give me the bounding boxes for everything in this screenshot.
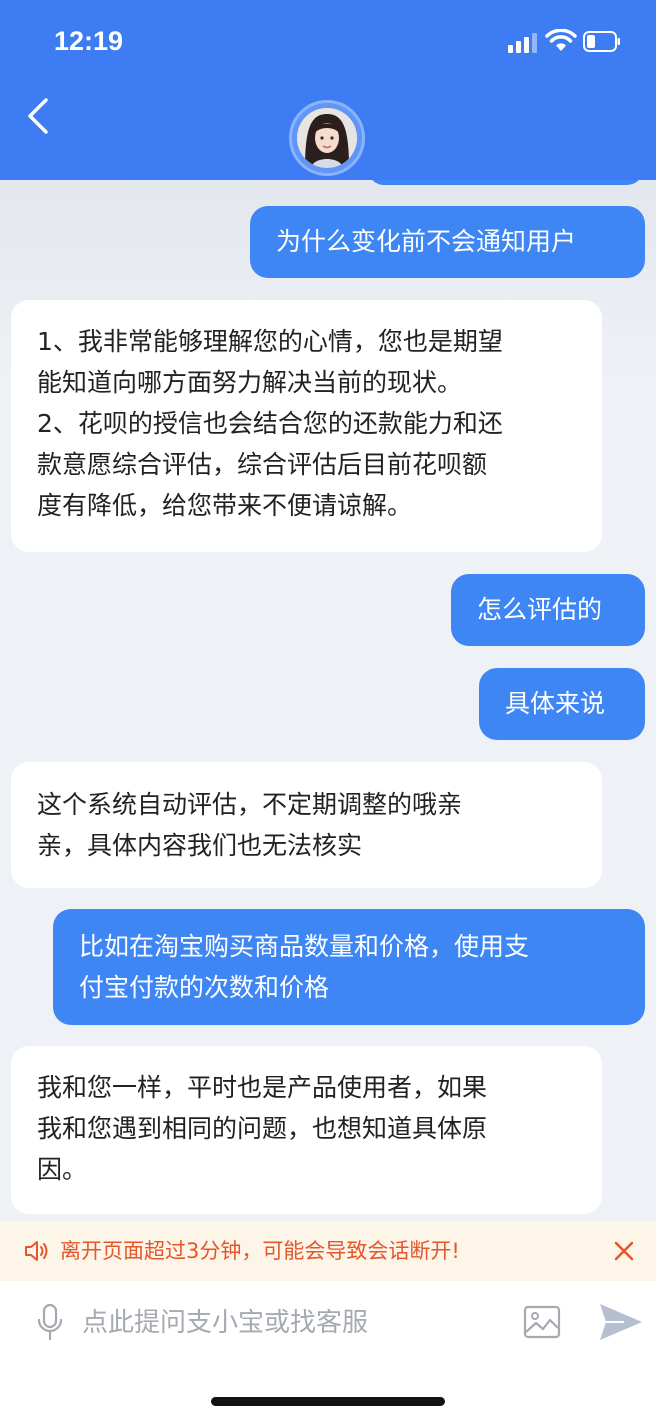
message-line: 比如在淘宝购买商品数量和价格，使用支 bbox=[79, 932, 530, 961]
message-line: 度有降低，给您带来不便请谅解。 bbox=[37, 491, 413, 520]
previous-message-bubble bbox=[368, 180, 643, 185]
agent-message[interactable]: 这个系统自动评估，不定期调整的哦亲 亲，具体内容我们也无法核实 bbox=[11, 762, 602, 888]
message-line: 款意愿综合评估，综合评估后目前花呗额 bbox=[37, 450, 488, 479]
speaker-icon bbox=[25, 1241, 48, 1261]
battery-icon bbox=[583, 31, 620, 52]
message-line: 因。 bbox=[37, 1155, 88, 1184]
home-indicator bbox=[211, 1397, 445, 1406]
agent-message[interactable]: 我和您一样，平时也是产品使用者，如果 我和您遇到相同的问题，也想知道具体原 因。 bbox=[11, 1046, 602, 1214]
avatar-image bbox=[297, 108, 357, 168]
input-bar bbox=[0, 1281, 656, 1419]
warning-text: 离开页面超过3分钟，可能会导致会话断开! bbox=[60, 1239, 460, 1263]
message-line: 付宝付款的次数和价格 bbox=[79, 973, 330, 1002]
status-time: 12:19 bbox=[54, 26, 124, 56]
user-message[interactable]: 怎么评估的 bbox=[451, 574, 645, 646]
user-message[interactable]: 比如在淘宝购买商品数量和价格，使用支 付宝付款的次数和价格 bbox=[53, 909, 645, 1025]
user-message[interactable]: 具体来说 bbox=[479, 668, 645, 740]
send-icon[interactable] bbox=[598, 1301, 644, 1343]
message-line: 1、我非常能够理解您的心情，您也是期望 bbox=[37, 327, 503, 356]
message-list[interactable]: 为什么变化前不会通知用户 1、我非常能够理解您的心情，您也是期望 能知道向哪方面… bbox=[0, 180, 656, 1220]
message-text: 具体来说 bbox=[505, 689, 606, 718]
microphone-icon[interactable] bbox=[36, 1303, 64, 1341]
message-line: 亲，具体内容我们也无法核实 bbox=[37, 831, 363, 860]
back-chevron-icon[interactable] bbox=[22, 96, 58, 136]
wifi-icon bbox=[545, 29, 577, 51]
chat-header: 12:19 bbox=[0, 0, 656, 180]
close-icon[interactable] bbox=[612, 1239, 636, 1263]
agent-message[interactable]: 1、我非常能够理解您的心情，您也是期望 能知道向哪方面努力解决当前的现状。 2、… bbox=[11, 300, 602, 552]
message-input[interactable] bbox=[82, 1301, 502, 1345]
disconnect-warning-banner: 离开页面超过3分钟，可能会导致会话断开! bbox=[0, 1221, 656, 1281]
agent-avatar[interactable] bbox=[289, 100, 365, 176]
message-line: 2、花呗的授信也会结合您的还款能力和还 bbox=[37, 409, 503, 438]
image-icon[interactable] bbox=[523, 1305, 561, 1339]
message-text: 怎么评估的 bbox=[477, 595, 603, 624]
user-message[interactable]: 为什么变化前不会通知用户 bbox=[250, 206, 645, 278]
cellular-signal-icon bbox=[508, 33, 537, 53]
message-line: 我和您遇到相同的问题，也想知道具体原 bbox=[37, 1114, 488, 1143]
message-line: 能知道向哪方面努力解决当前的现状。 bbox=[37, 368, 463, 397]
message-text: 为什么变化前不会通知用户 bbox=[276, 227, 577, 256]
message-line: 这个系统自动评估，不定期调整的哦亲 bbox=[37, 790, 463, 819]
message-line: 我和您一样，平时也是产品使用者，如果 bbox=[37, 1073, 488, 1102]
